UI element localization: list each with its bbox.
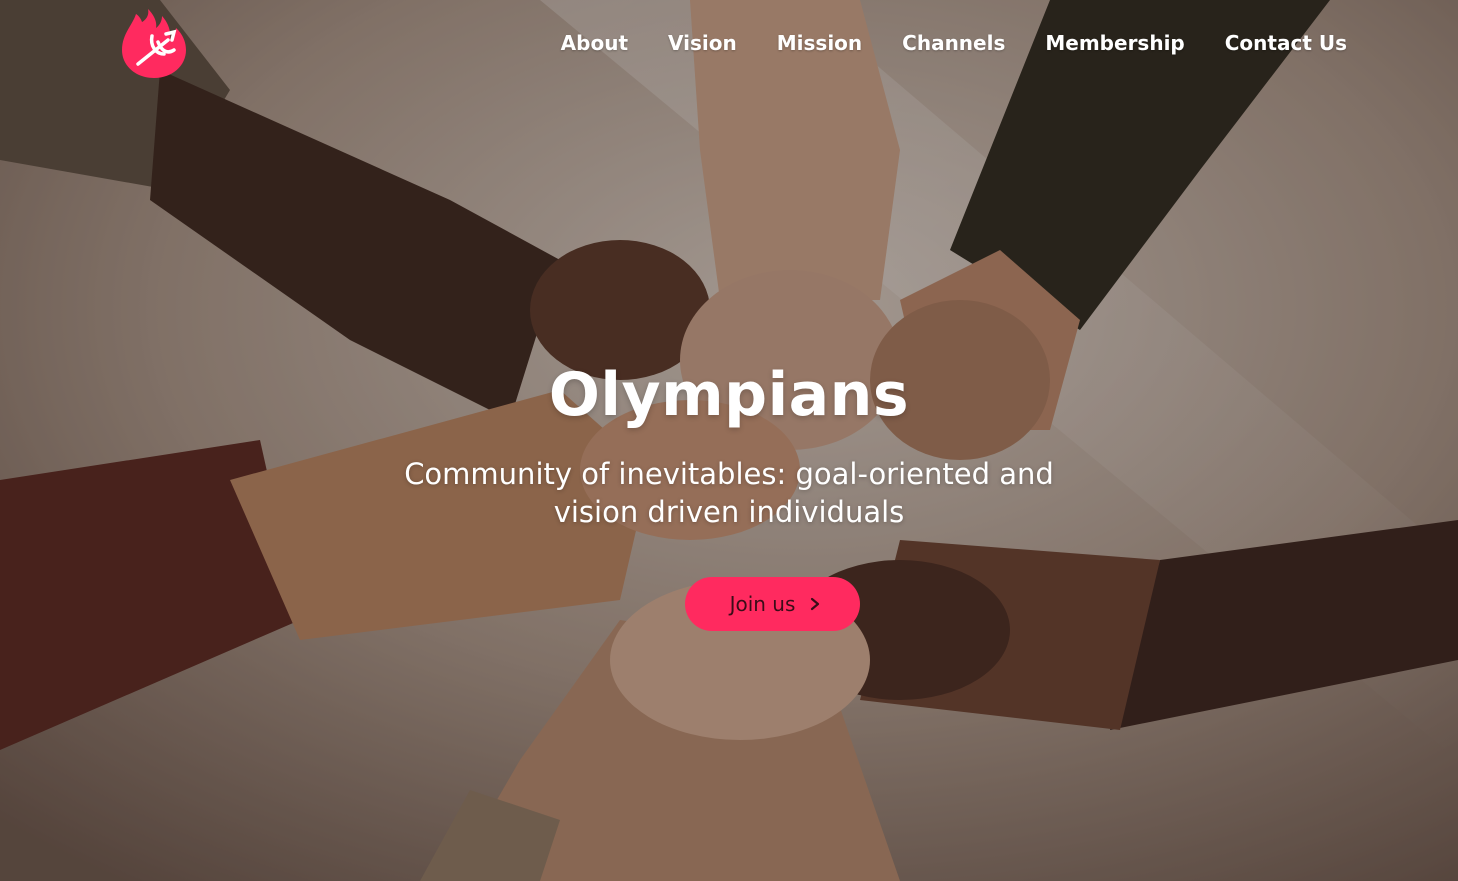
hero-subtitle: Community of inevitables: goal-oriented …	[404, 457, 1054, 529]
flame-trident-icon[interactable]	[118, 6, 190, 80]
hero-content: Olympians Community of inevitables: goal…	[0, 355, 1458, 531]
top-navbar: About Vision Mission Channels Membership…	[0, 0, 1458, 90]
hero-title: Olympians	[548, 360, 910, 430]
nav-link-channels[interactable]: Channels	[902, 31, 1005, 55]
nav-link-contact-us[interactable]: Contact Us	[1225, 31, 1347, 55]
join-us-label: Join us	[729, 592, 796, 616]
landing-page: About Vision Mission Channels Membership…	[0, 0, 1458, 881]
nav-links: About Vision Mission Channels Membership…	[561, 31, 1347, 55]
nav-link-about[interactable]: About	[561, 31, 628, 55]
join-us-button[interactable]: Join us	[685, 577, 860, 631]
nav-link-mission[interactable]: Mission	[777, 31, 862, 55]
chevron-right-icon	[809, 597, 821, 611]
nav-link-membership[interactable]: Membership	[1045, 31, 1184, 55]
nav-link-vision[interactable]: Vision	[668, 31, 737, 55]
